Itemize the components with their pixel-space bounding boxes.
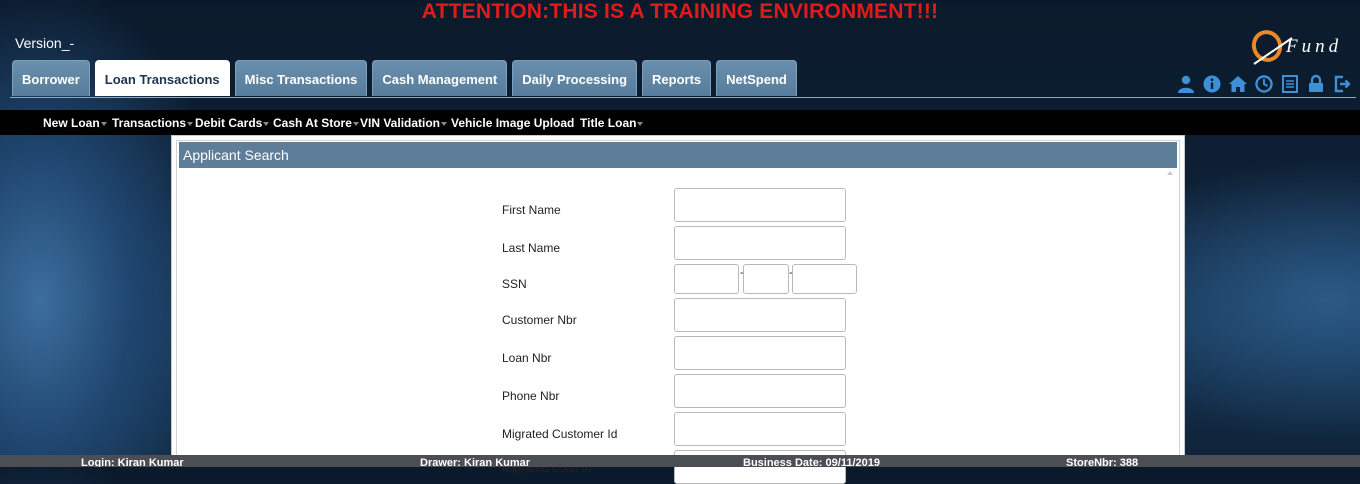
phone-nbr-input[interactable] (674, 374, 846, 408)
migrated-customer-id-input[interactable] (674, 412, 846, 446)
subnav-vin-validation-label: VIN Validation (360, 116, 441, 130)
subnav-transactions-label: Transactions (112, 116, 187, 130)
footer-store-number: StoreNbr: 388 (1066, 457, 1139, 467)
applicant-search-panel: Applicant Search First Name Last Name SS… (171, 135, 1185, 484)
subnav-debit-cards-label: Debit Cards (195, 116, 263, 130)
logout-icon[interactable] (1332, 74, 1352, 94)
status-footer: Login: Kiran Kumar Drawer: Kiran Kumar B… (0, 455, 1360, 467)
subnav-cash-at-store[interactable]: Cash At Store (273, 110, 359, 135)
subnav-new-loan-label: New Loan (43, 116, 100, 130)
main-tabs: Borrower Loan Transactions Misc Transact… (12, 60, 797, 98)
training-banner: ATTENTION:THIS IS A TRAINING ENVIRONMENT… (421, 0, 939, 23)
migrated-customer-id-label: Migrated Customer Id (502, 427, 618, 441)
chevron-down-icon (441, 121, 448, 126)
customer-nbr-input[interactable] (674, 298, 846, 332)
subnav-vehicle-image-upload-label: Vehicle Image Upload (451, 116, 575, 130)
tab-daily-processing[interactable]: Daily Processing (512, 60, 638, 96)
customer-nbr-label: Customer Nbr (502, 313, 577, 327)
first-name-label: First Name (502, 203, 561, 217)
qfund-logo: Fund (1248, 26, 1352, 72)
version-label: Version_- (15, 35, 75, 51)
chevron-down-icon (352, 121, 359, 126)
subnav-transactions[interactable]: Transactions (112, 110, 194, 135)
scroll-up-icon[interactable] (1167, 171, 1173, 175)
tab-loan-transactions[interactable]: Loan Transactions (94, 60, 230, 96)
chevron-down-icon (263, 121, 270, 126)
chevron-down-icon (187, 121, 194, 126)
phone-nbr-label: Phone Nbr (502, 389, 560, 403)
home-icon[interactable] (1228, 74, 1248, 94)
subnav-vehicle-image-upload[interactable]: Vehicle Image Upload (451, 110, 574, 135)
ssn-part3-input[interactable] (792, 264, 857, 294)
subnav-title-loan[interactable]: Title Loan (580, 110, 644, 135)
tab-netspend[interactable]: NetSpend (716, 60, 797, 96)
subnav-title-loan-label: Title Loan (580, 116, 637, 130)
first-name-input[interactable] (674, 188, 846, 222)
toolbar-icons (1176, 74, 1352, 94)
tab-borrower[interactable]: Borrower (12, 60, 90, 96)
info-icon[interactable] (1202, 74, 1222, 94)
lock-icon[interactable] (1306, 74, 1326, 94)
footer-drawer: Drawer: Kiran Kumar (420, 457, 531, 467)
last-name-input[interactable] (674, 226, 846, 260)
subnav-debit-cards[interactable]: Debit Cards (195, 110, 270, 135)
footer-login: Login: Kiran Kumar (81, 457, 184, 467)
ssn-label: SSN (502, 277, 527, 291)
logo-text: Fund (1285, 36, 1342, 57)
user-icon[interactable] (1176, 74, 1196, 94)
subnav-cash-at-store-label: Cash At Store (273, 116, 352, 130)
loan-nbr-input[interactable] (674, 336, 846, 370)
tab-reports[interactable]: Reports (642, 60, 712, 96)
loan-nbr-label: Loan Nbr (502, 351, 552, 365)
panel-body: Applicant Search First Name Last Name SS… (176, 140, 1180, 484)
tab-misc-transactions[interactable]: Misc Transactions (234, 60, 368, 96)
notes-icon[interactable] (1280, 74, 1300, 94)
tab-cash-management[interactable]: Cash Management (372, 60, 508, 96)
ssn-part1-input[interactable] (674, 264, 739, 294)
panel-title: Applicant Search (179, 142, 1177, 168)
subnav-new-loan[interactable]: New Loan (43, 110, 107, 135)
subnav-vin-validation[interactable]: VIN Validation (360, 110, 448, 135)
chevron-down-icon (100, 121, 107, 126)
last-name-label: Last Name (502, 241, 561, 255)
ssn-part2-input[interactable] (743, 264, 789, 294)
tab-divider (10, 97, 1356, 98)
chevron-down-icon (637, 121, 644, 126)
sub-navigation: New Loan Transactions Debit Cards Cash A… (0, 110, 1360, 135)
clock-icon[interactable] (1254, 74, 1274, 94)
footer-business-date: Business Date: 09/11/2019 (743, 457, 880, 467)
